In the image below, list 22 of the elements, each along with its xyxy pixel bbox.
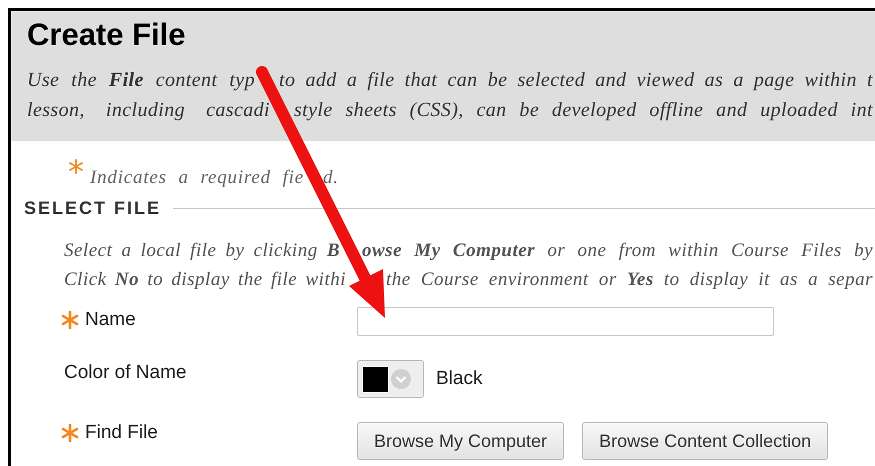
field-label: Find File	[85, 422, 158, 444]
text-fragment: Use the File content typ	[27, 68, 255, 93]
color-picker[interactable]	[357, 360, 424, 398]
browse-button[interactable]: Browse My Computer	[357, 422, 564, 460]
page-title: Create File	[27, 17, 186, 53]
text-fragment: to add a file that can be selected and viewed as a page within t	[279, 68, 873, 93]
text-fragment: lesson, including cascadi	[27, 98, 270, 123]
text-fragment: style sheets (CSS), can be developed offline and uploaded int	[294, 98, 873, 123]
name-input-field[interactable]	[357, 307, 774, 336]
text-fragment: Indicates a required fie	[90, 167, 304, 189]
text-fragment: owse My Computer or one from within Course Files by	[362, 239, 873, 263]
text-fragment: the Course environment or Yes to display it as a separ	[386, 268, 873, 292]
browse-button[interactable]: Browse Content Collection	[582, 422, 828, 460]
text-fragment: d.	[323, 167, 339, 189]
text-fragment: Select a local file by clicking B	[64, 239, 340, 263]
color-value: Black	[436, 366, 482, 391]
section-title: SELECT FILE	[24, 197, 162, 220]
required-asterisk-icon: *	[68, 159, 84, 185]
chevron-down-icon	[390, 368, 412, 390]
field-label: Color of Name	[64, 362, 186, 384]
text-fragment: Click No to display the file withi	[64, 268, 346, 292]
field-label: Name	[85, 309, 136, 331]
